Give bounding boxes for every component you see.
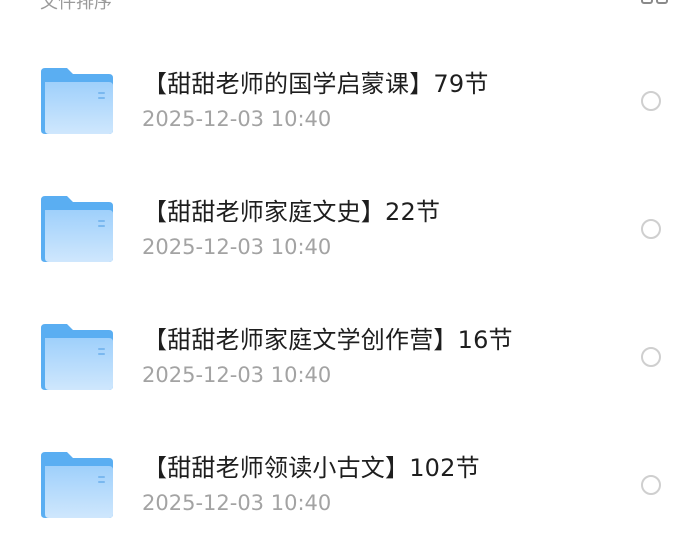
header-clipped: 文件排序 (0, 0, 677, 10)
sort-label[interactable]: 文件排序 (40, 0, 112, 10)
select-radio[interactable] (641, 219, 661, 239)
file-row[interactable]: 【甜甜老师家庭文学创作营】16节 2025-12-03 10:40 (0, 270, 677, 398)
file-name: 【甜甜老师领读小古文】102节 (143, 454, 480, 482)
file-name: 【甜甜老师家庭文学创作营】16节 (143, 326, 513, 354)
grid-icon[interactable] (640, 0, 670, 6)
select-radio[interactable] (641, 475, 661, 495)
file-date: 2025-12-03 10:40 (142, 235, 332, 259)
file-date: 2025-12-03 10:40 (142, 491, 332, 515)
file-name: 【甜甜老师的国学启蒙课】79节 (143, 70, 489, 98)
file-row[interactable]: 【甜甜老师领读小古文】102节 2025-12-03 10:40 (0, 398, 677, 526)
file-list: 【甜甜老师的国学启蒙课】79节 2025-12-03 10:40 【甜甜老师家庭… (0, 14, 677, 526)
folder-icon (41, 324, 113, 390)
file-date: 2025-12-03 10:40 (142, 363, 332, 387)
file-list-screen: 文件排序 【甜甜老师的国学启蒙课】79节 2025-12-03 10: (0, 0, 677, 553)
folder-icon (41, 196, 113, 262)
file-date: 2025-12-03 10:40 (142, 107, 332, 131)
folder-icon (41, 68, 113, 134)
folder-icon (41, 452, 113, 518)
select-radio[interactable] (641, 91, 661, 111)
select-radio[interactable] (641, 347, 661, 367)
file-row[interactable]: 【甜甜老师家庭文史】22节 2025-12-03 10:40 (0, 142, 677, 270)
file-name: 【甜甜老师家庭文史】22节 (143, 198, 441, 226)
file-row[interactable]: 【甜甜老师的国学启蒙课】79节 2025-12-03 10:40 (0, 14, 677, 142)
